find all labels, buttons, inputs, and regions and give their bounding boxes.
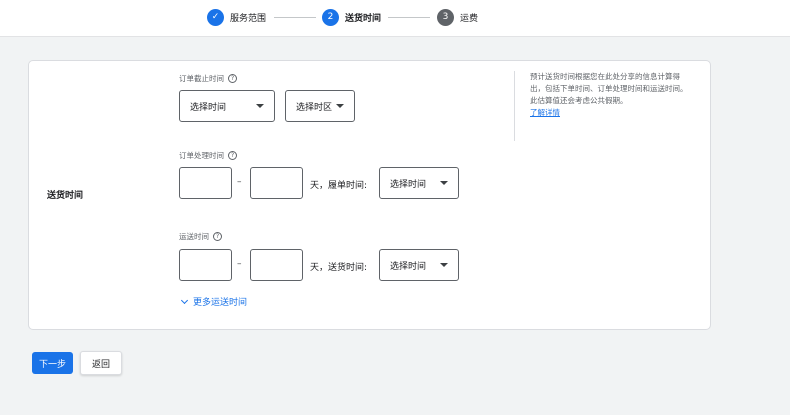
step-shipping-time[interactable]: 2 送货时间 [322, 8, 381, 26]
select-value: 选择时间 [190, 102, 227, 113]
handling-max-input[interactable] [250, 167, 303, 199]
transit-time-label: 运送时间 ? [179, 231, 222, 242]
caret-down-icon [440, 181, 448, 185]
step-service-area[interactable]: ✓ 服务范围 [207, 8, 266, 26]
step-shipping-fee[interactable]: 3 运费 [437, 8, 478, 26]
help-icon[interactable]: ? [228, 74, 237, 83]
check-icon: ✓ [207, 8, 224, 26]
stepper: ✓ 服务范围 2 送货时间 3 运费 [0, 0, 790, 37]
help-icon[interactable]: ? [228, 151, 237, 160]
step-connector [388, 17, 430, 18]
info-panel: 预计送货时间根据您在此处分享的信息计算得出，包括下单时间、订单处理时间和运送时间… [514, 71, 694, 141]
range-dash: – [237, 177, 242, 187]
select-value: 选择时间 [390, 261, 427, 272]
timezone-select[interactable]: 选择时区 [285, 90, 355, 122]
transit-max-input[interactable] [250, 249, 303, 281]
step-label: 运费 [460, 13, 479, 24]
handling-suffix: 天，履单时间: [310, 181, 368, 191]
handling-time-label: 订单处理时间 ? [179, 150, 237, 161]
caret-down-icon [336, 104, 344, 108]
caret-down-icon [440, 263, 448, 267]
step-label: 服务范围 [230, 13, 267, 24]
section-title: 送货时间 [47, 191, 84, 201]
step-number-badge: 3 [437, 8, 454, 26]
next-button[interactable]: 下一步 [32, 352, 73, 374]
help-icon[interactable]: ? [213, 232, 222, 241]
more-transit-times-link[interactable]: 更多运送时间 [179, 295, 247, 308]
handling-min-input[interactable] [179, 167, 232, 199]
step-connector [274, 17, 316, 18]
more-link-text: 更多运送时间 [193, 298, 248, 308]
cutoff-time-label-text: 订单截止时间 [179, 74, 224, 83]
transit-min-input[interactable] [179, 249, 232, 281]
back-button[interactable]: 返回 [80, 351, 122, 375]
select-value: 选择时区 [296, 102, 333, 113]
delivery-time-select[interactable]: 选择时间 [379, 249, 459, 281]
transit-suffix: 天，送货时间: [310, 263, 368, 273]
info-text: 预计送货时间根据您在此处分享的信息计算得出，包括下单时间、订单处理时间和运送时间… [530, 72, 688, 105]
cutoff-time-select[interactable]: 选择时间 [179, 90, 275, 122]
step-label: 送货时间 [345, 13, 382, 24]
learn-more-link[interactable]: 了解详情 [530, 107, 694, 119]
select-value: 选择时间 [390, 179, 427, 190]
cutoff-time-label: 订单截止时间 ? [179, 73, 237, 84]
caret-down-icon [256, 104, 264, 108]
shipping-time-card: 送货时间 订单截止时间 ? 选择时间 选择时区 订单处理时间 ? – 天，履单时… [28, 60, 711, 330]
step-number-badge: 2 [322, 8, 339, 26]
fulfillment-time-select[interactable]: 选择时间 [379, 167, 459, 199]
transit-time-label-text: 运送时间 [179, 232, 209, 241]
range-dash: – [237, 259, 242, 269]
chevron-down-icon [180, 296, 189, 304]
handling-time-label-text: 订单处理时间 [179, 151, 224, 160]
